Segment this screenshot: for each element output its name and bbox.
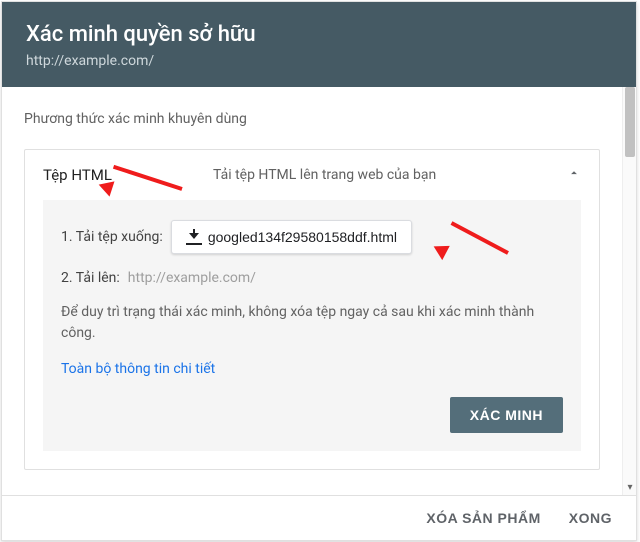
verify-ownership-dialog: Xác minh quyền sở hữu http://example.com…: [1, 1, 637, 541]
body-wrap: Phương thức xác minh khuyên dùng Tệp HTM…: [2, 87, 636, 495]
dialog-title: Xác minh quyền sở hữu: [26, 22, 612, 47]
download-file-button[interactable]: googled134f29580158ddf.html: [171, 220, 412, 254]
verify-row: XÁC MINH: [61, 397, 563, 433]
panel-subtitle: Tải tệp HTML lên trang web của bạn: [213, 167, 567, 183]
dialog-body: Phương thức xác minh khuyên dùng Tệp HTM…: [2, 87, 622, 495]
upload-target-url: http://example.com/: [128, 270, 256, 286]
step-1: 1. Tải tệp xuống: googled134f29580158ddf…: [61, 220, 563, 254]
method-panel-wrapper: Tệp HTML Tải tệp HTML lên trang web của …: [24, 149, 600, 470]
scrollbar-thumb[interactable]: [625, 87, 635, 157]
panel-title: Tệp HTML: [43, 166, 213, 184]
full-details-link[interactable]: Toàn bộ thông tin chi tiết: [61, 361, 215, 377]
vertical-scrollbar[interactable]: ▾: [622, 87, 636, 495]
panel-body: 1. Tải tệp xuống: googled134f29580158ddf…: [43, 200, 581, 451]
remove-property-button[interactable]: XÓA SẢN PHẨM: [426, 510, 540, 526]
keep-file-note: Để duy trì trạng thái xác minh, không xó…: [61, 302, 563, 344]
dialog-site-url: http://example.com/: [26, 53, 612, 69]
step-2-label: 2. Tải lên:: [61, 270, 120, 286]
download-filename: googled134f29580158ddf.html: [208, 229, 397, 245]
dialog-footer: XÓA SẢN PHẨM XONG: [2, 495, 636, 540]
verify-button[interactable]: XÁC MINH: [450, 397, 563, 433]
recommended-method-label: Phương thức xác minh khuyên dùng: [24, 111, 600, 127]
dialog-header: Xác minh quyền sở hữu http://example.com…: [2, 2, 636, 87]
download-icon: [186, 229, 202, 245]
done-button[interactable]: XONG: [569, 510, 612, 526]
panel-header[interactable]: Tệp HTML Tải tệp HTML lên trang web của …: [25, 150, 599, 200]
html-file-method-panel: Tệp HTML Tải tệp HTML lên trang web của …: [24, 149, 600, 470]
step-2: 2. Tải lên: http://example.com/: [61, 270, 563, 286]
scroll-down-icon[interactable]: ▾: [625, 482, 635, 493]
chevron-up-icon: [567, 166, 581, 184]
step-1-label: 1. Tải tệp xuống:: [61, 229, 163, 245]
